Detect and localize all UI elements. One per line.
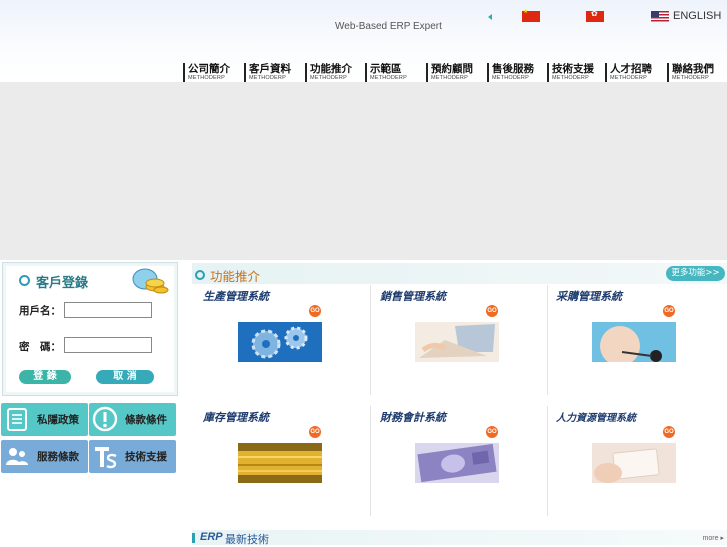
nav-label: 人才招聘 — [610, 63, 652, 75]
card-divider — [370, 406, 371, 516]
users-icon — [6, 448, 28, 465]
username-label: 用戶名： — [19, 305, 61, 317]
laptop-image — [415, 322, 499, 362]
feature-card-hr[interactable]: 人力資源管理系統 GO — [548, 406, 722, 516]
arrow-left-icon — [488, 14, 492, 20]
quick-link-label: 私隱政策 — [37, 414, 79, 426]
nav-item-clients[interactable]: 客戶資料 METHODERP — [244, 63, 291, 83]
nav-label: 客戶資料 — [249, 63, 291, 75]
privacy-policy-button[interactable]: 私隱政策 — [1, 403, 88, 436]
nav-label: 技術支援 — [552, 63, 594, 75]
feature-card-inventory[interactable]: 庫存管理系統 GO — [195, 406, 371, 516]
password-field[interactable] — [64, 337, 152, 353]
login-title: 客戶登錄 — [19, 272, 88, 291]
nav-label: 售後服務 — [492, 63, 534, 75]
terms-conditions-button[interactable]: 條款條件 — [89, 403, 176, 436]
quick-link-label: 服務條款 — [37, 451, 79, 463]
news-more-link[interactable]: more ▸ — [703, 534, 724, 542]
go-button[interactable]: GO — [663, 426, 675, 438]
nav-label: 預約顧問 — [431, 63, 473, 75]
go-button[interactable]: GO — [486, 305, 498, 317]
feature-name: 銷售管理系統 — [380, 290, 446, 303]
login-title-text: 客戶登錄 — [36, 276, 89, 291]
nav-item-demo[interactable]: 示範區 METHODERP — [365, 63, 407, 83]
info-icon — [92, 406, 118, 432]
language-bar: ENGLISH — [0, 8, 727, 24]
feature-name: 人力資源管理系統 — [556, 413, 636, 424]
gears-image — [238, 322, 322, 362]
nav-sublabel: METHODERP — [552, 75, 589, 81]
warehouse-image — [238, 443, 322, 483]
nav-sublabel: METHODERP — [431, 75, 468, 81]
circle-bullet-icon — [195, 270, 205, 280]
nav-sublabel: METHODERP — [610, 75, 647, 81]
nav-item-support[interactable]: 技術支援 METHODERP — [547, 63, 594, 83]
password-label: 密 碼： — [19, 341, 61, 353]
nav-item-company[interactable]: 公司簡介 METHODERP — [183, 63, 230, 83]
nav-item-features[interactable]: 功能推介 METHODERP — [305, 63, 352, 83]
feature-name: 財務會計系統 — [380, 411, 446, 424]
feature-card-purchasing[interactable]: 采購管理系統 GO — [548, 285, 722, 395]
feature-name: 生產管理系統 — [203, 290, 269, 303]
nav-sublabel: METHODERP — [672, 75, 709, 81]
nav-label: 公司簡介 — [188, 63, 230, 75]
nav-item-contact[interactable]: 聯絡我們 METHODERP — [667, 63, 714, 83]
news-bar: ERP 最新技術 more ▸ — [192, 530, 727, 546]
banknote-image — [415, 443, 499, 483]
nav-sublabel: METHODERP — [249, 75, 286, 81]
coins-icon — [132, 268, 169, 294]
quick-link-label: 條款條件 — [125, 414, 167, 426]
more-features-button[interactable]: 更多功能>> — [666, 266, 725, 281]
cancel-button[interactable]: 取 消 — [96, 370, 154, 384]
feature-name: 庫存管理系統 — [203, 411, 269, 424]
nav-item-after-sales[interactable]: 售後服務 METHODERP — [487, 63, 534, 83]
service-terms-button[interactable]: 服務條款 — [1, 440, 88, 473]
ts-icon — [95, 447, 117, 469]
go-button[interactable]: GO — [663, 305, 675, 317]
flag-hk-icon[interactable] — [586, 9, 604, 22]
go-button[interactable]: GO — [486, 426, 498, 438]
nav-label: 聯絡我們 — [672, 63, 714, 75]
nav-sublabel: METHODERP — [310, 75, 347, 81]
go-button[interactable]: GO — [309, 305, 321, 317]
card-image — [592, 443, 676, 483]
language-english-link[interactable]: ENGLISH — [673, 10, 721, 22]
feature-card-production[interactable]: 生產管理系統 GO — [195, 285, 371, 395]
feature-name: 采購管理系統 — [556, 290, 622, 303]
username-field[interactable] — [64, 302, 152, 318]
banner-area — [0, 82, 727, 260]
nav-sublabel: METHODERP — [370, 75, 407, 81]
tech-support-button[interactable]: 技術支援 — [89, 440, 176, 473]
nav-sublabel: METHODERP — [492, 75, 529, 81]
bar-bullet-icon — [192, 533, 195, 543]
flag-cn-icon[interactable] — [522, 8, 540, 22]
features-title-text: 功能推介 — [210, 269, 261, 284]
news-title-erp: ERP — [200, 531, 223, 543]
notepad-icon — [7, 408, 27, 431]
site-header: Web-Based ERP Expert ENGLISH 公司簡介 METHOD… — [0, 0, 727, 83]
go-button[interactable]: GO — [309, 426, 321, 438]
nav-item-careers[interactable]: 人才招聘 METHODERP — [605, 63, 652, 83]
nav-label: 功能推介 — [310, 63, 352, 75]
features-title: 功能推介 — [195, 266, 260, 285]
feature-card-finance[interactable]: 財務會計系統 GO — [372, 406, 548, 516]
flag-us-icon[interactable] — [651, 11, 669, 22]
nav-item-booking[interactable]: 預約顧問 METHODERP — [426, 63, 473, 83]
quick-link-label: 技術支援 — [125, 451, 167, 463]
login-button[interactable]: 登 錄 — [19, 370, 71, 384]
card-divider — [370, 285, 371, 395]
nav-label: 示範區 — [370, 63, 402, 75]
login-panel: 客戶登錄 用戶名： 密 碼： 登 錄 取 消 — [2, 262, 178, 396]
circle-bullet-icon — [19, 275, 30, 286]
features-header: 功能推介 更多功能>> — [192, 263, 727, 284]
nav-sublabel: METHODERP — [188, 75, 225, 81]
headset-image — [592, 322, 676, 362]
feature-card-sales[interactable]: 銷售管理系統 GO — [372, 285, 548, 395]
